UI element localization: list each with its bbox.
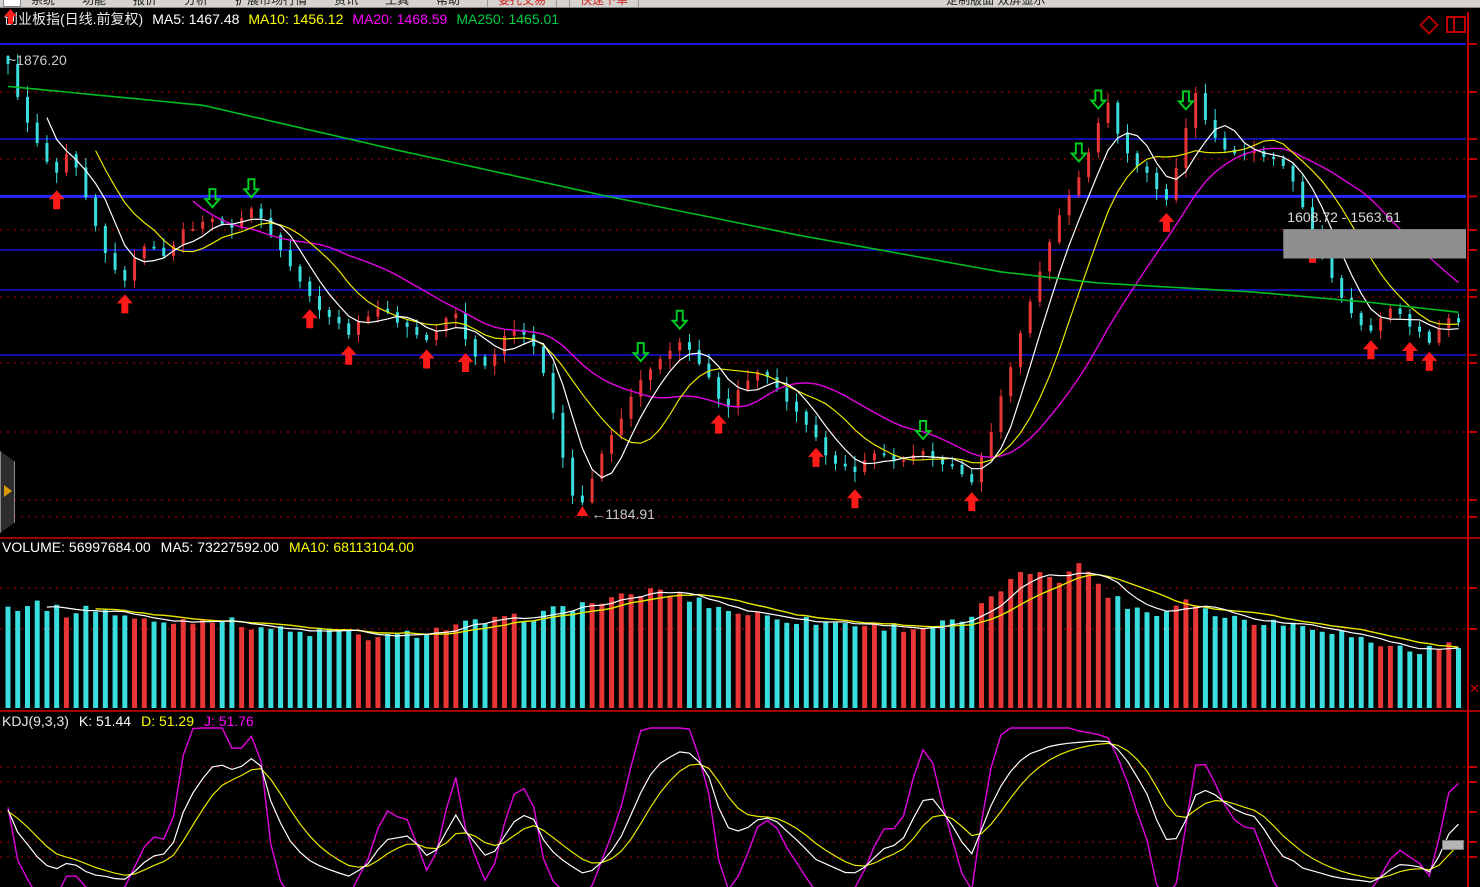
buy-signal-arrow	[964, 492, 980, 511]
buy-signal-arrow	[1158, 213, 1174, 232]
signal-markers	[49, 91, 1438, 512]
sell-signal-arrow	[205, 189, 219, 207]
ma5-value: MA5: 1467.48	[152, 11, 239, 27]
buy-signal-arrow-icon	[4, 9, 17, 24]
kdj-d-value: D: 51.29	[141, 713, 194, 729]
sell-signal-arrow	[916, 421, 930, 439]
sell-signal-arrow	[1179, 91, 1193, 109]
kdj-header: KDJ(9,3,3) K: 51.44 D: 51.29 J: 51.76	[2, 713, 254, 729]
buy-signal-arrow	[847, 489, 863, 508]
ma250-value: MA250: 1465.01	[456, 11, 559, 27]
close-panel-icon[interactable]: ✕	[1469, 681, 1480, 697]
ma-lines	[8, 86, 1459, 477]
right-axis-border	[1467, 12, 1469, 887]
ma10-value: MA10: 1456.12	[248, 11, 343, 27]
volume-ma10-value: MA10: 68113104.00	[289, 539, 414, 555]
buy-signal-arrow	[419, 350, 435, 369]
range-label: 1608.72 - 1563.61	[1287, 209, 1401, 225]
chart-header: 创业板指(日线.前复权) MA5: 1467.48 MA10: 1456.12 …	[4, 9, 559, 29]
selected-range-box	[1283, 229, 1466, 258]
kdj-lines	[8, 728, 1459, 887]
buy-signal-arrow	[1363, 340, 1379, 359]
kdj-j-value: J: 51.76	[204, 713, 254, 729]
drag-handle[interactable]	[1442, 840, 1464, 850]
grid-lines	[0, 44, 1466, 857]
left-drawer-handle[interactable]	[0, 451, 15, 533]
sell-signal-arrow	[244, 179, 258, 197]
buy-signal-arrow	[458, 353, 474, 372]
kdj-label: KDJ(9,3,3)	[2, 713, 69, 729]
sell-signal-arrow	[634, 343, 648, 361]
candles	[7, 54, 1461, 505]
low-price-label: ←1184.91	[591, 506, 655, 522]
sell-signal-arrow	[673, 311, 687, 329]
price-volume-kdj-chart[interactable]: ~1876.20 ←1184.91 1608.72 - 1563.61	[0, 0, 1480, 887]
buy-signal-arrow	[1402, 342, 1418, 361]
volume-header: VOLUME: 56997684.00 MA5: 73227592.00 MA1…	[2, 539, 414, 555]
volume-ma5-value: MA5: 73227592.00	[161, 539, 279, 555]
buy-signal-arrow	[808, 448, 824, 467]
split-window-icon[interactable]	[1446, 16, 1466, 33]
diamond-icon[interactable]	[1419, 15, 1439, 35]
volume-bars	[6, 563, 1462, 708]
low-marker-triangle	[576, 506, 588, 516]
volume-value: VOLUME: 56997684.00	[2, 539, 151, 555]
sell-signal-arrow	[1091, 91, 1105, 109]
expand-right-icon	[4, 485, 12, 497]
ma20-value: MA20: 1468.59	[352, 11, 447, 27]
symbol-title: 创业板指(日线.前复权)	[4, 9, 143, 29]
panel-divider	[0, 710, 1480, 712]
kdj-k-value: K: 51.44	[79, 713, 131, 729]
buy-signal-arrow	[49, 190, 65, 209]
high-price-label: ~1876.20	[8, 52, 67, 68]
buy-signal-arrow	[711, 415, 727, 434]
buy-signal-arrow	[302, 309, 318, 328]
